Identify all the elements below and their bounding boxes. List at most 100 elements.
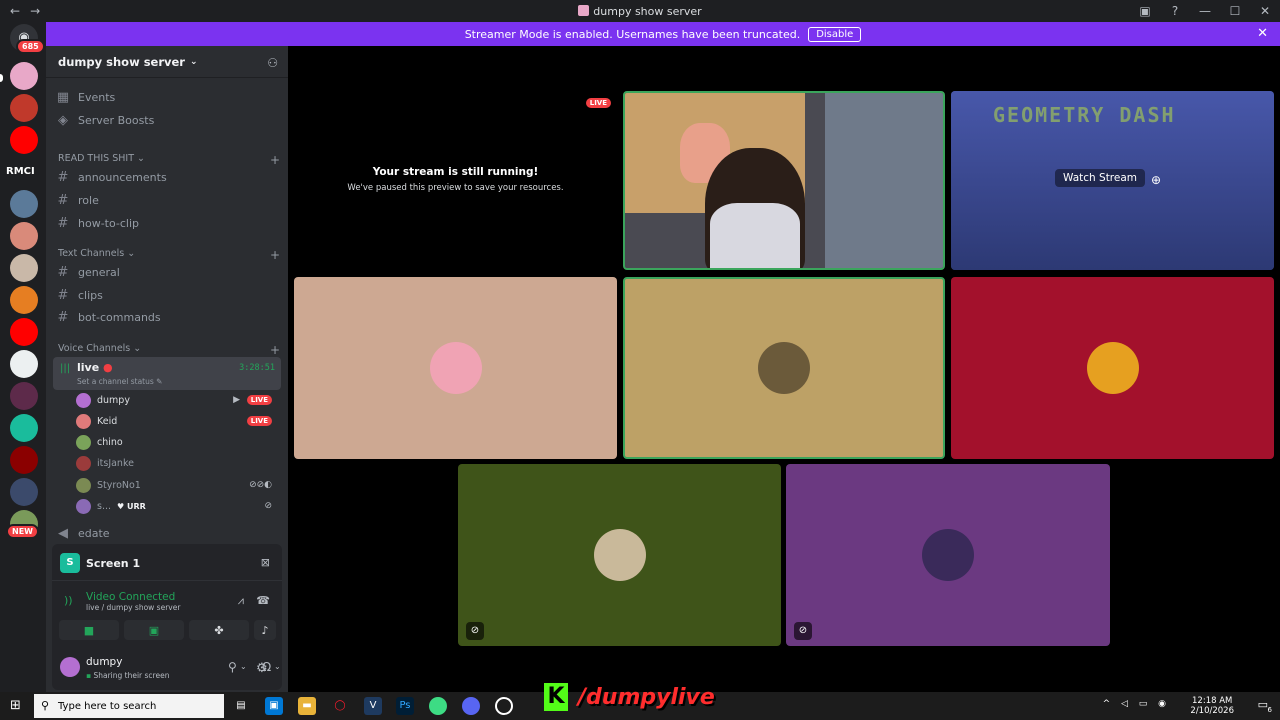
voice-user[interactable]: chino: [76, 432, 276, 452]
server-header[interactable]: dumpy show server ⌄ ⚇: [46, 46, 288, 78]
participant-tile-cowboy[interactable]: [623, 277, 945, 459]
voice-user-name: Keid: [97, 415, 118, 427]
help-icon[interactable]: ?: [1160, 0, 1190, 22]
screen-share-button[interactable]: ▣: [124, 620, 184, 640]
server-rfc-icon[interactable]: [10, 94, 38, 122]
task-view-icon[interactable]: ▤: [232, 697, 250, 715]
voice-user-tag-text: URR: [126, 501, 146, 511]
activities-button[interactable]: ✤: [189, 620, 249, 640]
user-name[interactable]: dumpy: [86, 656, 122, 668]
close-window-button[interactable]: ✕: [1250, 0, 1280, 22]
banner-close-icon[interactable]: ✕: [1257, 26, 1268, 41]
minimize-button[interactable]: —: [1190, 0, 1220, 22]
voice-channel-live[interactable]: ||| live ● 3:28:51 Set a channel status …: [53, 357, 281, 390]
paused-stream-tile[interactable]: Your stream is still running! We've paus…: [294, 92, 617, 272]
system-tray-icons[interactable]: ^ ◁ ▭ ◉: [1103, 699, 1170, 709]
server-icon-12[interactable]: [10, 414, 38, 442]
channel-status[interactable]: Set a channel status ✎: [77, 377, 162, 386]
maximize-button[interactable]: ☐: [1220, 0, 1250, 22]
category-voice-channels[interactable]: Voice Channels ⌄ +: [58, 343, 280, 357]
server-icon-14[interactable]: [10, 478, 38, 506]
forward-arrow-icon[interactable]: →: [30, 4, 40, 18]
soundboard-button[interactable]: ♪: [254, 620, 276, 640]
category-text-channels[interactable]: Text Channels ⌄ +: [58, 248, 280, 262]
add-channel-icon[interactable]: +: [270, 248, 280, 262]
disconnect-icon[interactable]: ☎: [256, 594, 270, 607]
channel-how-to-clip[interactable]: # how-to-clip: [54, 212, 282, 234]
server-boosts-item[interactable]: ◈ Server Boosts: [54, 109, 282, 131]
participant-tile-cat[interactable]: ⊘: [458, 464, 781, 646]
avatar[interactable]: [60, 657, 80, 677]
file-explorer-icon[interactable]: ▬: [298, 697, 316, 715]
stop-stream-icon[interactable]: ⊠: [261, 556, 270, 569]
server-icon: [578, 4, 590, 16]
user-status: ▪ Sharing their screen: [86, 671, 169, 680]
camera-button[interactable]: ■: [59, 620, 119, 640]
channel-clips[interactable]: # clips: [54, 284, 282, 306]
screen-share-icon: ▣: [148, 623, 160, 637]
voice-user[interactable]: StyroNo1 ⊘⊘◐: [76, 475, 276, 495]
channel-name: general: [78, 265, 120, 279]
discord-icon[interactable]: [462, 697, 480, 715]
add-channel-icon[interactable]: +: [270, 343, 280, 357]
participant-tile-patrick[interactable]: [294, 277, 617, 459]
video-connected[interactable]: Video Connected: [86, 591, 175, 603]
popout-icon[interactable]: ⊕: [1151, 173, 1161, 187]
server-icon-13[interactable]: [10, 446, 38, 474]
server-icon-11[interactable]: [10, 382, 38, 410]
android-icon[interactable]: [429, 697, 447, 715]
participant-tile-purple[interactable]: ⊘: [786, 464, 1110, 646]
channel-announcements[interactable]: # announcements: [54, 166, 282, 188]
photoshop-icon[interactable]: Ps: [396, 697, 414, 715]
notification-icon[interactable]: ▭: [1258, 698, 1268, 711]
voice-user-tag: ♥ URR: [117, 501, 146, 511]
voice-user[interactable]: s... ♥ URR ⊘: [76, 496, 276, 516]
watch-stream-button[interactable]: Watch Stream: [1055, 169, 1146, 187]
app-icon[interactable]: ▣: [265, 697, 283, 715]
voice-user[interactable]: itsJanke: [76, 453, 276, 473]
taskbar-search[interactable]: ⚲ Type here to search: [34, 694, 224, 718]
windows-start-icon[interactable]: ⊞: [10, 698, 21, 713]
webcam-stream-tile[interactable]: [623, 91, 945, 270]
server-icon-10[interactable]: [10, 350, 38, 378]
noise-suppression-icon-2[interactable]: ⩘: [238, 594, 244, 608]
server-icon-6[interactable]: [10, 222, 38, 250]
category-read-this[interactable]: READ THIS SHIT ⌄ +: [58, 153, 280, 167]
channel-bot-commands[interactable]: # bot-commands: [54, 306, 282, 328]
server-dumpy-icon[interactable]: [10, 62, 38, 90]
clock-date: 2/10/2026: [1190, 706, 1234, 716]
server-youtube-icon[interactable]: [10, 126, 38, 154]
voice-location[interactable]: live / dumpy show server: [86, 603, 180, 612]
chevron-down-icon[interactable]: ⌄: [274, 662, 281, 671]
participant-tile-red[interactable]: [951, 277, 1274, 459]
server-icon-7[interactable]: [10, 254, 38, 282]
obs-icon[interactable]: [495, 697, 513, 715]
server-name: dumpy show server: [58, 54, 185, 69]
game-stream-tile[interactable]: GEOMETRY DASH Watch Stream ⊕: [951, 91, 1274, 270]
server-rmci[interactable]: RMCI: [6, 166, 35, 177]
back-arrow-icon[interactable]: ←: [10, 4, 20, 18]
voice-user[interactable]: dumpy ▶ LIVE: [76, 390, 276, 410]
events-item[interactable]: ▦ Events: [54, 86, 282, 108]
live-dot-icon: ●: [103, 361, 113, 374]
invite-icon[interactable]: ⚇: [267, 56, 278, 70]
settings-gear-icon[interactable]: ⚙: [256, 661, 268, 676]
avatar: [76, 392, 91, 408]
voice-channel-edate[interactable]: ◀ edate: [54, 522, 282, 544]
opera-icon[interactable]: ◯: [331, 697, 349, 715]
add-channel-icon[interactable]: +: [270, 153, 280, 167]
server-icon-9[interactable]: [10, 318, 38, 346]
microphone-icon[interactable]: ⚲: [228, 660, 237, 674]
channel-name: announcements: [78, 170, 167, 184]
disable-button[interactable]: Disable: [808, 26, 862, 42]
chevron-down-icon[interactable]: ⌄: [240, 662, 247, 671]
voice-user[interactable]: Keid LIVE: [76, 411, 276, 431]
channel-role[interactable]: # role: [54, 189, 282, 211]
server-icon-5[interactable]: [10, 190, 38, 218]
signal-icon: )): [64, 594, 73, 607]
vegas-icon[interactable]: V: [364, 697, 382, 715]
channel-general[interactable]: # general: [54, 261, 282, 283]
taskbar-clock[interactable]: 12:18 AM 2/10/2026: [1190, 696, 1234, 716]
inbox-icon[interactable]: ▣: [1130, 0, 1160, 22]
server-icon-8[interactable]: [10, 286, 38, 314]
